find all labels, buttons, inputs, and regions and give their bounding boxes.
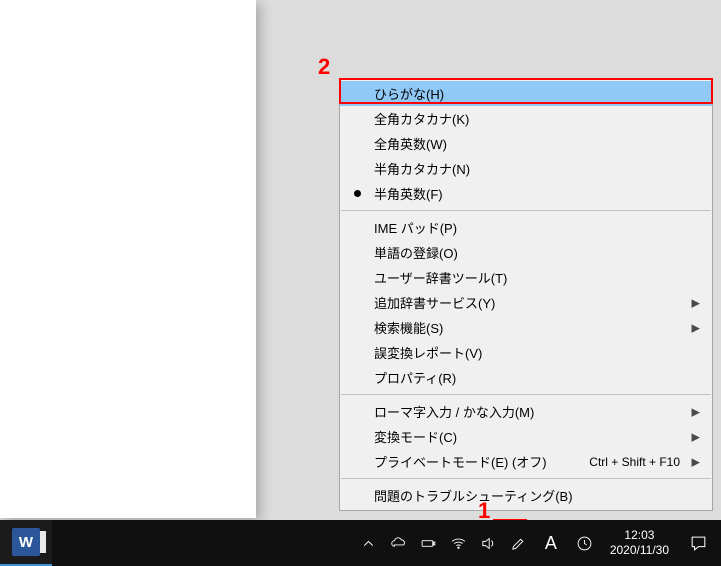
menu-item[interactable]: IME パッド(P) — [340, 215, 712, 240]
clock-time: 12:03 — [624, 528, 654, 543]
clock-icon[interactable] — [568, 525, 602, 561]
battery-icon[interactable] — [414, 520, 444, 566]
menu-separator — [341, 210, 711, 211]
menu-item-label: ユーザー辞書ツール(T) — [374, 268, 680, 287]
word-icon: W — [12, 528, 40, 556]
menu-item[interactable]: 誤変換レポート(V) — [340, 340, 712, 365]
menu-separator — [341, 478, 711, 479]
menu-item-label: ローマ字入力 / かな入力(M) — [374, 402, 680, 421]
tray-overflow-icon[interactable] — [354, 520, 384, 566]
volume-icon[interactable] — [474, 520, 504, 566]
ime-context-menu: ひらがな(H) 全角カタカナ(K) 全角英数(W) 半角カタカナ(N) 半角英数(F) I… — [339, 78, 713, 511]
ime-mode-icon[interactable]: A — [534, 525, 568, 561]
menu-item[interactable]: 追加辞書サービス(Y) ▶ — [340, 290, 712, 315]
menu-item[interactable]: 全角カタカナ(K) — [340, 106, 712, 131]
system-tray: A 12:03 2020/11/30 — [354, 520, 721, 566]
wifi-icon[interactable] — [444, 520, 474, 566]
menu-item-label: 半角英数(F) — [374, 184, 680, 203]
taskbar-app-word[interactable]: W — [0, 520, 52, 566]
menu-item[interactable]: 全角英数(W) — [340, 131, 712, 156]
menu-item-label: 問題のトラブルシューティング(B) — [374, 486, 680, 505]
menu-item-label: 単語の登録(O) — [374, 243, 680, 262]
menu-item-label: 変換モード(C) — [374, 427, 680, 446]
clock-date: 2020/11/30 — [610, 543, 669, 558]
word-document-area — [0, 0, 256, 518]
action-center-icon[interactable] — [677, 520, 719, 566]
menu-item[interactable]: 問題のトラブルシューティング(B) — [340, 483, 712, 508]
taskbar: W A 12:03 2020/11/30 — [0, 520, 721, 566]
menu-item[interactable]: ひらがな(H) — [340, 81, 712, 106]
menu-item[interactable]: プロパティ(R) — [340, 365, 712, 390]
menu-item-label: IME パッド(P) — [374, 218, 680, 237]
menu-item-label: ひらがな(H) — [374, 84, 680, 103]
chevron-right-icon: ▶ — [692, 430, 700, 443]
chevron-right-icon: ▶ — [692, 321, 700, 334]
chevron-right-icon: ▶ — [692, 405, 700, 418]
menu-item-label: プライベートモード(E) (オフ) — [374, 452, 577, 471]
taskbar-clock[interactable]: 12:03 2020/11/30 — [602, 520, 677, 566]
menu-item-label: 全角カタカナ(K) — [374, 109, 680, 128]
ink-icon[interactable] — [504, 520, 534, 566]
onedrive-icon[interactable] — [384, 520, 414, 566]
menu-item-shortcut: Ctrl + Shift + F10 — [589, 455, 680, 469]
chevron-right-icon: ▶ — [692, 455, 700, 468]
menu-item-label: 誤変換レポート(V) — [374, 343, 680, 362]
menu-item-label: 全角英数(W) — [374, 134, 680, 153]
chevron-right-icon: ▶ — [692, 296, 700, 309]
selected-bullet-icon — [354, 190, 361, 197]
menu-item[interactable]: 検索機能(S) ▶ — [340, 315, 712, 340]
menu-item[interactable]: 半角英数(F) — [340, 181, 712, 206]
menu-item[interactable]: 半角カタカナ(N) — [340, 156, 712, 181]
menu-item[interactable]: プライベートモード(E) (オフ) Ctrl + Shift + F10 ▶ — [340, 449, 712, 474]
menu-item[interactable]: ユーザー辞書ツール(T) — [340, 265, 712, 290]
annotation-label-2: 2 — [318, 54, 330, 80]
menu-item-label: 追加辞書サービス(Y) — [374, 293, 680, 312]
menu-item[interactable]: ローマ字入力 / かな入力(M) ▶ — [340, 399, 712, 424]
menu-item-label: プロパティ(R) — [374, 368, 680, 387]
menu-item[interactable]: 変換モード(C) ▶ — [340, 424, 712, 449]
menu-item-label: 検索機能(S) — [374, 318, 680, 337]
menu-item-label: 半角カタカナ(N) — [374, 159, 680, 178]
menu-separator — [341, 394, 711, 395]
menu-item[interactable]: 単語の登録(O) — [340, 240, 712, 265]
